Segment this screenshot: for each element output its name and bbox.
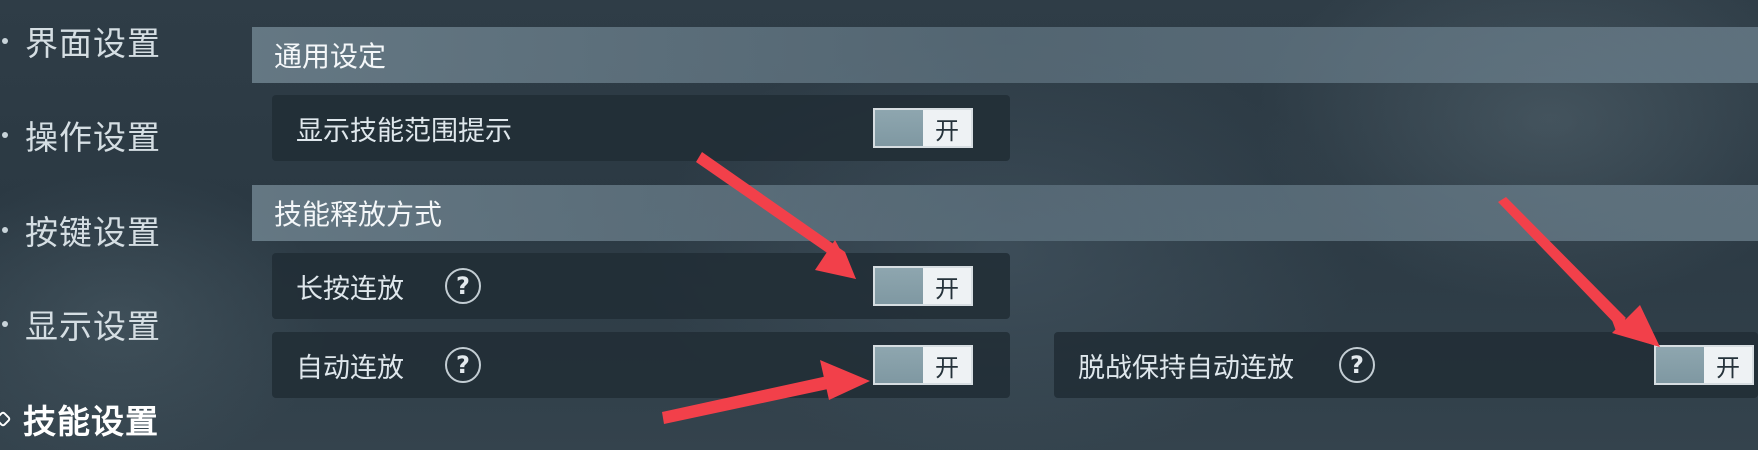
sidebar-item-label: 界面设置	[25, 24, 161, 63]
setting-row-keep-auto-out-of-combat: 脱战保持自动连放 ? 开	[1054, 332, 1758, 398]
sidebar-item-skill[interactable]: 技能设置	[0, 389, 159, 449]
toggle-knob	[875, 268, 923, 304]
setting-label: 长按连放	[296, 273, 404, 305]
section-header-general: 通用设定	[252, 27, 1758, 83]
bullet-icon	[2, 321, 8, 327]
sidebar-item-label: 显示设置	[25, 307, 161, 346]
sidebar-item-display[interactable]: 显示设置	[0, 294, 161, 354]
setting-row-skill-range-hint: 显示技能范围提示 开	[272, 95, 1010, 161]
help-icon[interactable]: ?	[1339, 347, 1375, 383]
section-header-cast-mode: 技能释放方式	[252, 185, 1758, 241]
help-icon[interactable]: ?	[445, 268, 481, 304]
keep-auto-out-of-combat-toggle[interactable]: 开	[1654, 345, 1754, 385]
bullet-icon	[2, 38, 8, 44]
toggle-state-label: 开	[935, 353, 959, 382]
auto-cast-toggle[interactable]: 开	[873, 345, 973, 385]
toggle-knob	[1656, 347, 1704, 383]
setting-row-long-press: 长按连放 ? 开	[272, 253, 1010, 319]
toggle-knob	[875, 347, 923, 383]
setting-label: 自动连放	[296, 352, 404, 384]
active-diamond-icon	[0, 410, 12, 428]
long-press-toggle[interactable]: 开	[873, 266, 973, 306]
skill-range-hint-toggle[interactable]: 开	[873, 108, 973, 148]
toggle-state-label: 开	[935, 274, 959, 303]
sidebar-item-label: 技能设置	[23, 402, 159, 441]
toggle-knob	[875, 110, 923, 146]
setting-label: 脱战保持自动连放	[1078, 352, 1294, 384]
bullet-icon	[2, 132, 8, 138]
bullet-icon	[2, 227, 8, 233]
sidebar-item-interface[interactable]: 界面设置	[0, 11, 161, 71]
sidebar-item-operation[interactable]: 操作设置	[0, 105, 161, 165]
setting-row-auto-cast: 自动连放 ? 开	[272, 332, 1010, 398]
section-title: 通用设定	[274, 40, 387, 73]
sidebar-item-label: 按键设置	[25, 213, 161, 252]
sidebar-item-keybinding[interactable]: 按键设置	[0, 200, 161, 260]
sidebar-item-label: 操作设置	[25, 118, 161, 157]
help-icon[interactable]: ?	[445, 347, 481, 383]
section-title: 技能释放方式	[274, 198, 443, 231]
setting-label: 显示技能范围提示	[296, 115, 512, 147]
toggle-state-label: 开	[1716, 353, 1740, 382]
toggle-state-label: 开	[935, 116, 959, 145]
settings-sidebar: 界面设置 操作设置 按键设置 显示设置 技能设置	[0, 0, 240, 450]
